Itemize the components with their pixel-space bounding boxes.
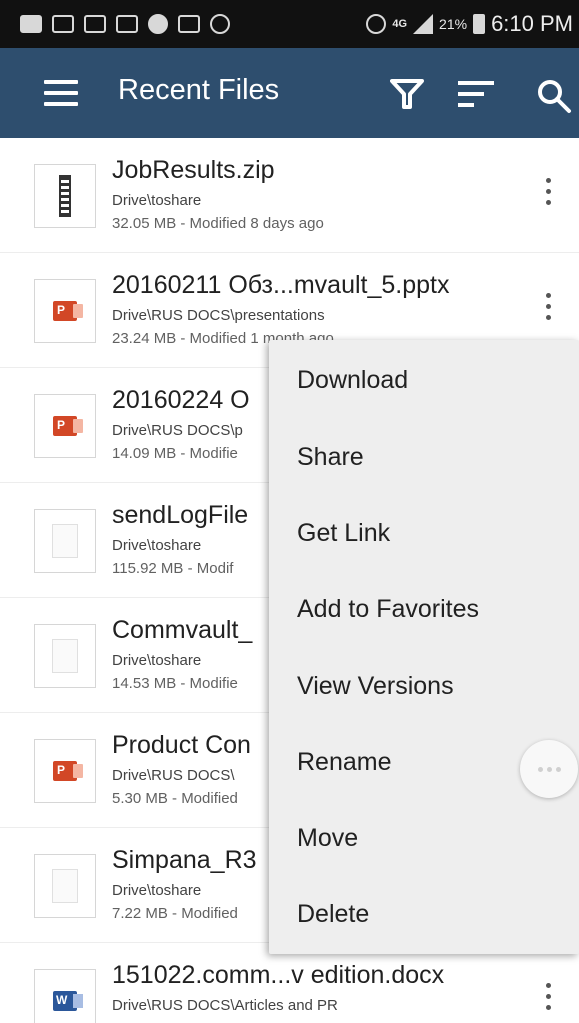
file-path: Drive\RUS DOCS\Articles and PR [112,997,338,1014]
battery-icon [473,14,486,34]
app-icon [148,14,168,34]
more-vert-icon[interactable] [542,983,554,1019]
clock: 6:10 PM [491,11,573,36]
zip-icon [34,164,96,228]
status-right: 4G 21% 6:10 PM [366,0,573,48]
file-path: Drive\toshare [112,652,202,669]
file-name: sendLogFile [112,501,249,529]
more-vert-icon[interactable] [542,293,554,329]
context-menu: Download Share Get Link Add to Favorites… [269,340,579,954]
file-path: Drive\toshare [112,882,202,899]
signal-icon [413,14,434,34]
file-name: 20160211 Обз...mvault_5.pptx [112,271,450,299]
sort-icon[interactable] [458,81,494,107]
battery-percent: 21% [439,16,468,32]
document-icon [34,854,96,918]
powerpoint-icon: P [34,279,96,343]
status-bar: 4G 21% 6:10 PM [0,0,579,48]
network-type: 4G [392,18,408,30]
powerpoint-icon: P [34,739,96,803]
menu-item-download[interactable]: Download [297,366,408,395]
file-meta: 5.30 MB - Modified [112,790,238,807]
file-name: Simpana_R3 [112,846,257,874]
file-path: Drive\toshare [112,537,202,554]
notification-icons [20,14,230,34]
add-icon [20,15,42,33]
file-meta: 14.09 MB - Modifie [112,445,238,462]
app-bar: Recent Files [0,48,579,138]
menu-item-add-to-favorites[interactable]: Add to Favorites [297,595,479,624]
file-meta: 14.53 MB - Modifie [112,675,238,692]
file-name: 151022.comm...v edition.docx [112,961,445,989]
menu-item-view-versions[interactable]: View Versions [297,672,454,701]
word-icon: W [34,969,96,1023]
file-name: 20160224 O [112,386,250,414]
powerpoint-icon: P [34,394,96,458]
list-item[interactable]: W 151022.comm...v edition.docx Drive\RUS… [0,943,579,1023]
app-badge-icon [210,14,230,34]
list-item[interactable]: JobResults.zip Drive\toshare 32.05 MB - … [0,138,579,253]
file-meta: 7.22 MB - Modified [112,905,238,922]
file-name: JobResults.zip [112,156,275,184]
file-name: Product Con [112,731,251,759]
menu-item-move[interactable]: Move [297,824,358,853]
file-meta: 115.92 MB - Modif [112,560,234,577]
document-icon [34,509,96,573]
file-meta: 32.05 MB - Modified 8 days ago [112,215,324,232]
document-icon [34,624,96,688]
clipboard-icon [116,15,138,33]
alarm-icon [366,14,387,34]
cloud-upload-icon [178,15,200,33]
screenshot-icon [52,15,74,33]
hamburger-icon[interactable] [44,80,78,106]
menu-item-get-link[interactable]: Get Link [297,519,390,548]
file-name: Commvault_ [112,616,253,644]
file-path: Drive\toshare [112,192,202,209]
mail-icon [84,15,106,33]
file-path: Drive\RUS DOCS\presentations [112,307,325,324]
search-icon[interactable] [536,78,572,114]
file-path: Drive\RUS DOCS\p [112,422,243,439]
menu-item-rename[interactable]: Rename [297,748,392,777]
menu-item-delete[interactable]: Delete [297,900,369,929]
page-title: Recent Files [118,74,280,106]
more-vert-icon[interactable] [542,178,554,214]
menu-item-share[interactable]: Share [297,443,364,472]
file-path: Drive\RUS DOCS\ [112,767,235,784]
floating-more-button[interactable] [520,740,578,798]
filter-icon[interactable] [390,78,424,110]
